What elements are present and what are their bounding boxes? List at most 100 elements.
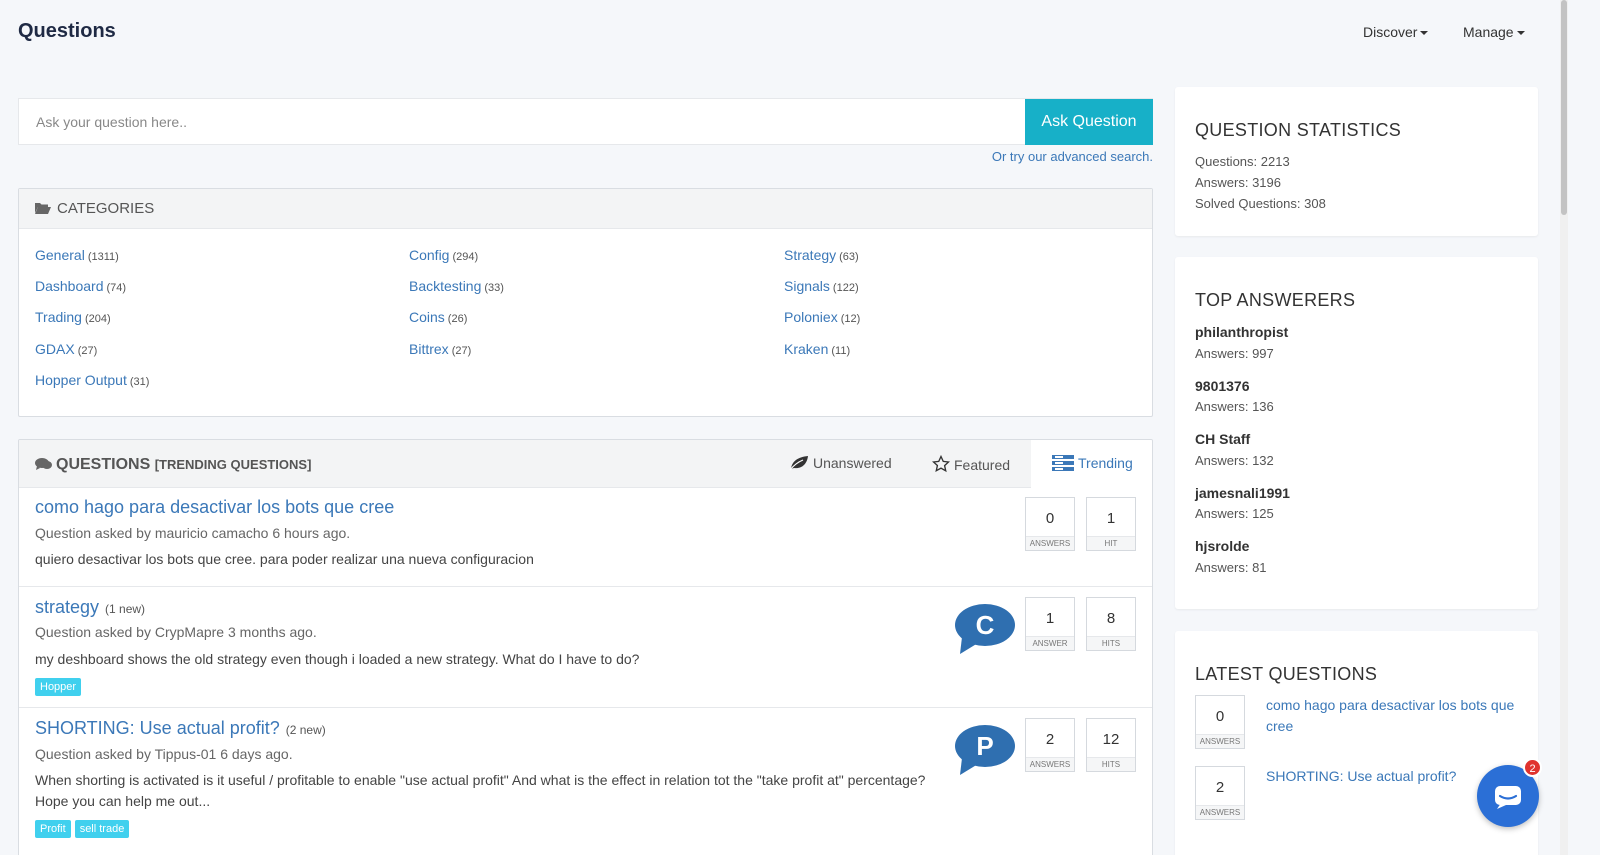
stat-answers: Answers: 3196 — [1195, 175, 1281, 190]
latest-answers-box: 2 ANSWERS — [1195, 766, 1245, 820]
category-coins[interactable]: Coins (26) — [409, 309, 467, 325]
categories-title: CATEGORIES — [35, 200, 154, 217]
category-name: Config — [409, 247, 450, 263]
latest-answers-box: 0 ANSWERS — [1195, 695, 1245, 749]
comments-icon — [35, 458, 52, 470]
tab-trending-label: Trending — [1078, 455, 1133, 471]
categories-title-text: CATEGORIES — [57, 200, 155, 217]
category-kraken[interactable]: Kraken (11) — [784, 341, 850, 357]
top-answerers-card: TOP ANSWERERS philanthropist Answers: 99… — [1175, 257, 1538, 609]
category-name: Signals — [784, 278, 830, 294]
category-count: (27) — [451, 345, 472, 357]
tab-trending[interactable]: Trending — [1052, 455, 1133, 471]
caret-down-icon — [1420, 31, 1429, 36]
hits-count: 1 — [1106, 510, 1116, 527]
category-gdax[interactable]: GDAX (27) — [35, 341, 97, 357]
star-icon — [931, 454, 951, 473]
answers-count-box: 1 ANSWER — [1025, 597, 1075, 651]
answerer-name[interactable]: 9801376 — [1195, 378, 1250, 394]
answerer-name[interactable]: jamesnali1991 — [1195, 485, 1290, 501]
category-count: (31) — [129, 376, 150, 388]
question-title: como hago para desactivar los bots que c… — [35, 497, 395, 517]
questions-title: QUESTIONS [TRENDING QUESTIONS] — [35, 456, 311, 474]
hits-label: HIT — [1087, 536, 1135, 550]
question-excerpt: my deshboard shows the old strategy even… — [35, 651, 640, 667]
tab-featured[interactable]: Featured — [931, 454, 1010, 473]
category-count: (204) — [84, 313, 111, 325]
answerer-name[interactable]: CH Staff — [1195, 431, 1250, 447]
answers-count: 2 — [1045, 731, 1055, 748]
category-count: (122) — [832, 282, 859, 294]
user-avatar[interactable]: C — [954, 603, 1016, 655]
category-count: (294) — [452, 251, 479, 263]
hits-count-box: 8 HITS — [1086, 597, 1136, 651]
category-signals[interactable]: Signals (122) — [784, 278, 859, 294]
nav-manage[interactable]: Manage — [1463, 24, 1525, 40]
latest-answers-count: 2 — [1215, 779, 1225, 796]
category-bittrex[interactable]: Bittrex (27) — [409, 341, 471, 357]
answerer-count: Answers: 997 — [1195, 346, 1274, 361]
category-general[interactable]: General (1311) — [35, 247, 119, 263]
nav-discover[interactable]: Discover — [1363, 24, 1429, 40]
category-poloniex[interactable]: Poloniex (12) — [784, 309, 860, 325]
category-strategy[interactable]: Strategy (63) — [784, 247, 859, 263]
question-title: strategy — [35, 597, 100, 617]
scrollbar-thumb[interactable] — [1561, 0, 1567, 215]
latest-answers-label: ANSWERS — [1196, 734, 1244, 748]
hits-count-box: 1 HIT — [1086, 497, 1136, 551]
answers-count: 1 — [1045, 610, 1055, 627]
folder-open-icon — [35, 203, 51, 214]
category-count: (11) — [831, 345, 851, 357]
top-answerers-title: TOP ANSWERERS — [1195, 290, 1356, 310]
tab-unanswered[interactable]: Unanswered — [789, 455, 892, 471]
category-name: GDAX — [35, 341, 75, 357]
tag-sell-trade[interactable]: sell trade — [74, 820, 130, 838]
search-input[interactable] — [19, 99, 1026, 144]
answers-label: ANSWER — [1026, 636, 1074, 650]
question-meta: Question asked by mauricio camacho 6 hou… — [35, 525, 351, 541]
category-config[interactable]: Config (294) — [409, 247, 478, 263]
category-name: Trading — [35, 309, 82, 325]
category-name: General — [35, 247, 85, 263]
question-meta: Question asked by CrypMapre 3 months ago… — [35, 624, 317, 640]
hits-count: 8 — [1106, 610, 1116, 627]
ask-question-button[interactable]: Ask Question — [1025, 99, 1153, 145]
categories-panel: CATEGORIES General (1311) Config (294) Str… — [18, 188, 1153, 417]
category-trading[interactable]: Trading (204) — [35, 309, 111, 325]
category-backtesting[interactable]: Backtesting (33) — [409, 278, 504, 294]
category-count: (27) — [77, 345, 98, 357]
latest-answers-count: 0 — [1215, 708, 1225, 725]
answerer-count: Answers: 136 — [1195, 399, 1274, 414]
question-title-link[interactable]: como hago para desactivar los bots que c… — [35, 497, 394, 518]
tag-hopper[interactable]: Hopper — [35, 678, 82, 696]
question-title: SHORTING: Use actual profit? — [35, 718, 280, 738]
leaf-icon — [789, 456, 808, 471]
latest-question-link[interactable]: como hago para desactivar los bots que c… — [1266, 695, 1521, 737]
new-answers-count: (1 new) — [105, 602, 146, 616]
answers-label: ANSWERS — [1026, 757, 1074, 771]
category-hopper-output[interactable]: Hopper Output (31) — [35, 372, 149, 388]
questions-title-text: QUESTIONS — [56, 456, 151, 473]
category-name: Bittrex — [409, 341, 449, 357]
question-title-link[interactable]: strategy (1 new) — [35, 597, 145, 618]
category-name: Dashboard — [35, 278, 104, 294]
category-name: Poloniex — [784, 309, 838, 325]
statistics-title: QUESTION STATISTICS — [1195, 120, 1402, 140]
trending-list-icon — [1052, 455, 1074, 471]
new-answers-count: (2 new) — [285, 723, 326, 737]
stat-questions: Questions: 2213 — [1195, 154, 1290, 169]
answerer-name[interactable]: philanthropist — [1195, 324, 1288, 340]
category-name: Strategy — [784, 247, 837, 263]
answers-count-box: 2 ANSWERS — [1025, 718, 1075, 772]
question-title-link[interactable]: SHORTING: Use actual profit? (2 new) — [35, 718, 326, 739]
question-statistics-card: QUESTION STATISTICS Questions: 2213 Answ… — [1175, 87, 1538, 236]
caret-down-icon — [1516, 31, 1525, 36]
advanced-search-link[interactable]: Or try our advanced search. — [992, 149, 1153, 164]
category-count: (63) — [839, 251, 859, 263]
user-avatar[interactable]: P — [954, 724, 1016, 776]
tag-profit[interactable]: Profit — [35, 820, 71, 838]
answerer-name[interactable]: hjsrolde — [1195, 538, 1249, 554]
category-name: Coins — [409, 309, 445, 325]
page-title: Questions — [18, 20, 116, 42]
category-dashboard[interactable]: Dashboard (74) — [35, 278, 126, 294]
